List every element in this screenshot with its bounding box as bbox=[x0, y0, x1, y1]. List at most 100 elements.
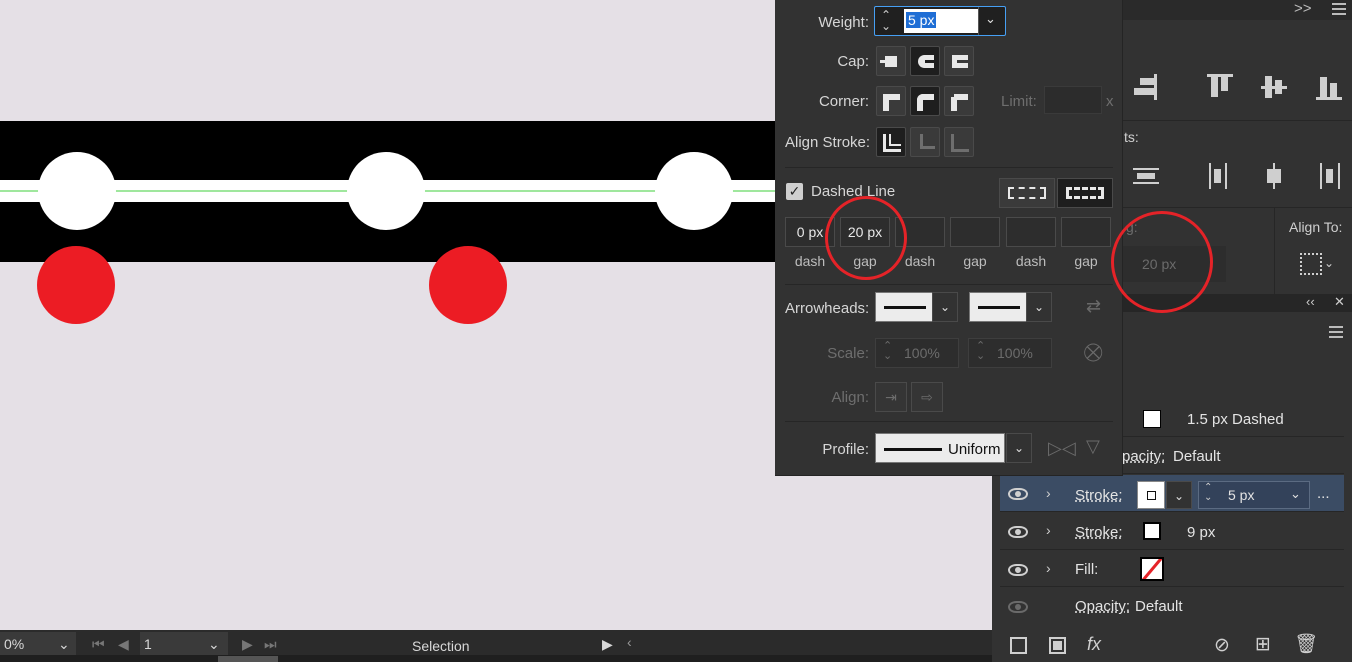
chevron-down-icon[interactable]: ⌄ bbox=[208, 636, 220, 653]
scroll-left-icon[interactable]: ‹ bbox=[627, 634, 632, 650]
red-dot[interactable] bbox=[37, 246, 115, 324]
visibility-eye-icon[interactable] bbox=[1008, 526, 1028, 538]
scale-label: Scale: bbox=[827, 345, 869, 362]
corner-label: Corner: bbox=[818, 93, 869, 110]
expand-chevron-icon[interactable]: › bbox=[1046, 485, 1051, 501]
chevron-down-icon[interactable]: ⌄ bbox=[1290, 486, 1301, 502]
width-profile-select[interactable]: Uniform bbox=[875, 433, 1005, 463]
opacity-link[interactable]: Opacity: bbox=[1075, 598, 1130, 615]
add-effect-icon[interactable]: fx bbox=[1087, 634, 1101, 655]
collapse-panel-icon[interactable]: ‹‹ bbox=[1306, 294, 1315, 309]
gap-2-input[interactable] bbox=[950, 217, 1000, 247]
weight-stepper-icon[interactable]: ⌃ ⌄ bbox=[1204, 483, 1212, 503]
stroke-link[interactable]: Stroke: bbox=[1075, 524, 1123, 541]
align-bottom-icon[interactable] bbox=[1316, 74, 1342, 100]
flip-across-icon[interactable]: ▽ bbox=[1086, 436, 1100, 457]
preserve-dash-lengths-button[interactable] bbox=[999, 178, 1055, 208]
end-arrowhead-dropdown[interactable]: ⌄ bbox=[1026, 292, 1052, 322]
chevron-down-icon[interactable]: ⌄ bbox=[985, 11, 996, 27]
stroke-color-swatch[interactable] bbox=[1143, 522, 1161, 540]
unlink-scale-icon[interactable]: ⛒ bbox=[1084, 342, 1102, 363]
panel-menu-icon[interactable] bbox=[1332, 3, 1346, 15]
next-artboard-icon[interactable]: ▶ bbox=[242, 636, 253, 653]
chevron-down-icon[interactable]: ⌄ bbox=[58, 636, 70, 653]
first-artboard-icon[interactable]: ⏮ bbox=[92, 636, 105, 653]
align-to-label: Align To: bbox=[1289, 219, 1343, 235]
stroke-weight-value: 5 px bbox=[1228, 487, 1255, 503]
weight-input[interactable]: 5 px bbox=[904, 9, 978, 33]
current-tool-label[interactable]: Selection bbox=[412, 638, 470, 654]
scale-stepper-icon[interactable]: ⌃ ⌄ bbox=[976, 341, 985, 362]
red-dot[interactable] bbox=[429, 246, 507, 324]
start-arrowhead-dropdown[interactable]: ⌄ bbox=[932, 292, 958, 322]
chevron-down-icon[interactable]: ⌄ bbox=[1324, 256, 1334, 270]
arrowheads-label: Arrowheads: bbox=[785, 300, 870, 317]
expand-panels-icon[interactable]: >> bbox=[1294, 0, 1312, 17]
gap-3-input[interactable] bbox=[1061, 217, 1111, 247]
distribute-left-icon[interactable] bbox=[1207, 163, 1233, 189]
visibility-eye-icon[interactable] bbox=[1008, 564, 1028, 576]
weight-stepper-icon[interactable]: ⌃ ⌄ bbox=[881, 9, 891, 32]
appearance-menu-icon[interactable] bbox=[1329, 326, 1343, 338]
status-menu-icon[interactable]: ▶ bbox=[602, 636, 613, 653]
miter-join-button[interactable] bbox=[876, 86, 906, 116]
swap-arrowheads-icon[interactable]: ⇄ bbox=[1086, 296, 1101, 317]
appearance-fill-row[interactable] bbox=[1000, 550, 1344, 587]
zoom-value: 0% bbox=[4, 636, 25, 652]
projecting-cap-button[interactable] bbox=[944, 46, 974, 76]
previous-artboard-icon[interactable]: ◀ bbox=[118, 636, 129, 653]
flip-along-icon[interactable]: ▷◁ bbox=[1048, 438, 1076, 459]
opacity-link[interactable]: pacity: bbox=[1122, 448, 1165, 465]
fill-none-swatch[interactable] bbox=[1140, 557, 1164, 581]
clear-appearance-icon[interactable]: ⊘ bbox=[1214, 634, 1230, 657]
align-stroke-center-button[interactable] bbox=[876, 127, 906, 157]
align-stroke-inside-button[interactable] bbox=[910, 127, 940, 157]
expand-chevron-icon[interactable]: › bbox=[1046, 560, 1051, 576]
annotation-circle-spacing bbox=[1111, 211, 1213, 313]
round-join-button[interactable] bbox=[910, 86, 940, 116]
stroke-color-dropdown[interactable]: ⌄ bbox=[1166, 481, 1192, 509]
arrow-tip-beyond-path-button[interactable]: ⇥ bbox=[875, 382, 907, 412]
align-stroke-outside-button[interactable] bbox=[944, 127, 974, 157]
last-artboard-icon[interactable]: ⏭ bbox=[264, 636, 277, 653]
align-top-icon[interactable] bbox=[1207, 74, 1233, 100]
white-dash-dot[interactable] bbox=[655, 152, 733, 230]
profile-value: Uniform bbox=[948, 441, 1001, 458]
round-cap-button[interactable] bbox=[910, 46, 940, 76]
align-vertical-center-icon[interactable] bbox=[1261, 74, 1287, 100]
white-dash-dot[interactable] bbox=[347, 152, 425, 230]
delete-item-icon[interactable]: 🗑 bbox=[1294, 632, 1318, 656]
weight-label: Weight: bbox=[818, 14, 869, 31]
bevel-join-button[interactable] bbox=[944, 86, 974, 116]
add-new-stroke-icon[interactable] bbox=[1010, 637, 1027, 654]
stroke-link[interactable]: Stroke: bbox=[1075, 487, 1123, 504]
distribute-horizontal-center-icon[interactable] bbox=[1261, 163, 1287, 189]
end-arrowhead-select[interactable] bbox=[969, 292, 1027, 322]
dashed-line-checkbox[interactable]: ✓ bbox=[786, 183, 803, 200]
white-dash-dot[interactable] bbox=[38, 152, 116, 230]
visibility-eye-icon[interactable] bbox=[1008, 601, 1028, 613]
arrow-tip-at-path-end-button[interactable]: ⇨ bbox=[911, 382, 943, 412]
duplicate-item-icon[interactable]: ⊞ bbox=[1255, 633, 1271, 656]
dash-3-input[interactable] bbox=[1006, 217, 1056, 247]
appearance-stroke-row[interactable] bbox=[1000, 513, 1344, 550]
visibility-eye-icon[interactable] bbox=[1008, 488, 1028, 500]
stroke-color-swatch[interactable] bbox=[1137, 481, 1165, 509]
align-dashes-to-corners-button[interactable] bbox=[1057, 178, 1113, 208]
butt-cap-button[interactable] bbox=[876, 46, 906, 76]
profile-dropdown[interactable]: ⌄ bbox=[1006, 433, 1032, 463]
align-right-icon[interactable] bbox=[1134, 74, 1160, 100]
scrollbar-thumb[interactable] bbox=[218, 656, 278, 662]
fill-label[interactable]: Fill: bbox=[1075, 561, 1098, 578]
scale-stepper-icon[interactable]: ⌃ ⌄ bbox=[883, 341, 892, 362]
miter-limit-input[interactable] bbox=[1044, 86, 1102, 114]
expand-chevron-icon[interactable]: › bbox=[1046, 522, 1051, 538]
more-options-button[interactable]: ... bbox=[1317, 485, 1330, 502]
close-panel-icon[interactable]: ✕ bbox=[1334, 294, 1345, 310]
align-to-selection-icon[interactable] bbox=[1300, 253, 1322, 275]
add-new-fill-icon[interactable] bbox=[1049, 637, 1066, 654]
start-arrowhead-select[interactable] bbox=[875, 292, 933, 322]
distribute-right-icon[interactable] bbox=[1316, 163, 1342, 189]
artboard-number: 1 bbox=[144, 636, 152, 652]
distribute-vertical-center-icon[interactable] bbox=[1133, 163, 1159, 189]
